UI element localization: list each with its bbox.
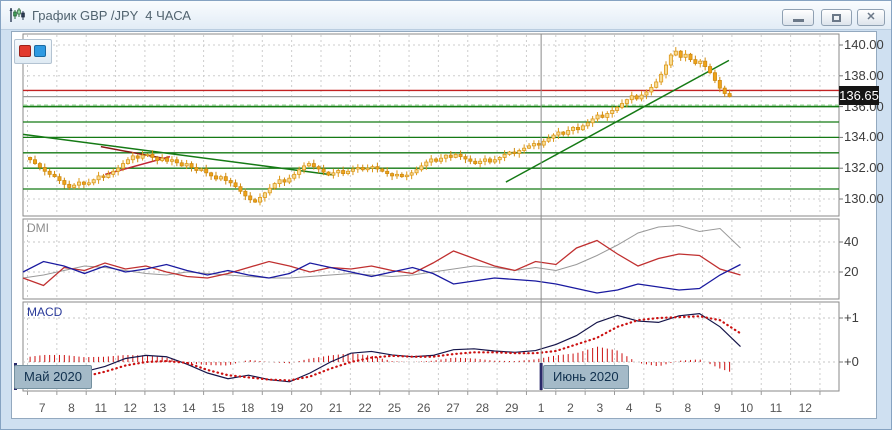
macd-axis-label: +1: [844, 310, 859, 325]
macd-axis-label: +0: [844, 354, 859, 369]
dmi-panel-label: DMI: [27, 221, 49, 235]
date-label: 21: [328, 401, 343, 415]
chart-client-area[interactable]: [11, 31, 877, 419]
chart-window: График GBP /JPY 4 ЧАСА ✕ DMI MACD 136.65…: [0, 0, 892, 430]
date-label: 2: [567, 401, 574, 415]
current-price-badge: 136.65: [839, 86, 879, 105]
blue-series-button[interactable]: [34, 45, 46, 57]
date-label: 4: [625, 401, 633, 415]
close-icon: ✕: [866, 11, 876, 23]
dmi-axis-label: 20: [844, 264, 859, 279]
price-axis-label: 132.00: [844, 160, 884, 176]
date-label: 13: [152, 401, 167, 415]
month-badge-june: Июнь 2020: [543, 365, 629, 389]
price-axis-label: 134.00: [844, 129, 884, 145]
maximize-button[interactable]: [821, 9, 852, 26]
date-label: 25: [387, 401, 402, 415]
series-toolbar: [14, 39, 52, 64]
date-label: 9: [713, 401, 721, 415]
date-label: 12: [798, 401, 812, 415]
minimize-icon: [792, 19, 804, 22]
date-label: 27: [446, 401, 460, 415]
date-label: 5: [655, 401, 662, 415]
date-label: 15: [211, 401, 225, 415]
dmi-axis-label: 40: [844, 234, 859, 249]
price-axis-label: 140.00: [844, 37, 884, 52]
date-label: 29: [505, 401, 519, 415]
maximize-icon: [832, 13, 841, 22]
candlestick-chart-icon: [9, 7, 25, 22]
date-label: 11: [769, 401, 783, 415]
date-label: 8: [684, 401, 692, 415]
price-axis-label: 138.00: [844, 67, 884, 83]
minimize-button[interactable]: [782, 9, 814, 26]
date-label: 20: [299, 401, 313, 415]
title-bar[interactable]: График GBP /JPY 4 ЧАСА: [1, 1, 891, 30]
date-label: 7: [38, 401, 46, 415]
date-label: 22: [358, 401, 372, 415]
date-label: 11: [94, 401, 108, 415]
red-series-button[interactable]: [19, 45, 31, 57]
date-label: 26: [417, 401, 431, 415]
macd-panel-label: MACD: [27, 305, 63, 319]
month-badge-may: Май 2020: [14, 365, 92, 389]
date-label: 28: [475, 401, 490, 415]
close-button[interactable]: ✕: [857, 9, 885, 26]
price-axis-label: 130.00: [844, 191, 884, 206]
date-label: 12: [123, 401, 137, 415]
date-label: 10: [739, 401, 754, 415]
date-label: 8: [68, 401, 75, 415]
date-label: 14: [182, 401, 196, 415]
date-label: 3: [596, 401, 604, 415]
window-title: График GBP /JPY 4 ЧАСА: [32, 7, 191, 23]
date-label: 18: [240, 401, 255, 415]
date-label: 19: [270, 401, 284, 415]
date-label: 1: [537, 401, 545, 415]
